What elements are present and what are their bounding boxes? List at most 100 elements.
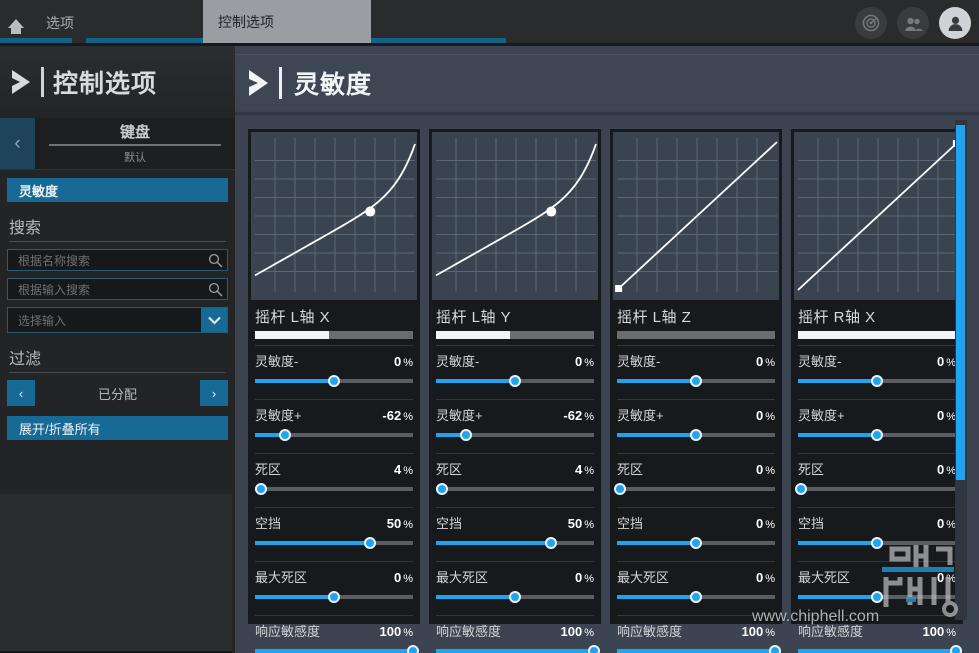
radar-icon[interactable] [855,7,887,39]
slider-value: 0% [936,462,956,477]
slider-control[interactable] [436,483,594,495]
response-curve-graph[interactable] [794,132,960,300]
chevron-down-icon[interactable] [201,308,227,332]
slider-knob[interactable] [690,591,702,603]
slider-control[interactable] [614,483,775,495]
filter-prev-button[interactable]: ‹ [7,380,35,406]
slider-control[interactable] [617,537,775,549]
percent-sign: % [584,627,594,639]
slider-track [617,487,775,491]
sidebar-header: 控制选项 [0,46,235,118]
slider-value: 0% [574,570,594,585]
slider-track [255,487,413,491]
slider-knob[interactable] [871,429,883,441]
slider-knob[interactable] [328,375,340,387]
slider-label: 灵敏度+ [436,408,483,423]
slider-knob[interactable] [509,591,521,603]
slider-value: 0% [393,570,413,585]
slider-control[interactable] [436,429,594,441]
response-curve-graph[interactable] [432,132,598,300]
slider-fill [798,379,877,383]
slider-control[interactable] [798,645,962,653]
filter-next-button[interactable]: › [200,380,228,406]
slider-control[interactable] [798,375,956,387]
slider-control[interactable] [436,591,594,603]
slider-fill [436,379,515,383]
slider-knob[interactable] [364,537,377,549]
expand-collapse-all-button[interactable]: 展开/折叠所有 [7,416,228,440]
slider-row: 最大死区 0% [429,562,601,609]
slider-control[interactable] [795,483,956,495]
slider-control[interactable] [617,645,781,653]
expand-collapse-all-label: 展开/折叠所有 [19,421,101,437]
axis-value-bar [255,331,413,339]
home-icon[interactable] [4,12,28,34]
slider-control[interactable] [255,591,413,603]
percent-sign: % [403,465,413,477]
main-scrollbar-thumb[interactable] [956,125,965,480]
device-info[interactable]: 键盘 默认 [35,118,235,169]
slider-label: 空挡 [617,516,644,531]
slider-row: 死区 4% [429,454,601,501]
search-by-name-input[interactable]: 根据名称搜索 [7,249,228,271]
percent-sign: % [584,357,594,369]
filter-value: 已分配 [35,380,200,406]
slider-control[interactable] [436,537,594,549]
slider-fill [255,379,334,383]
slider-value: 0% [755,516,775,531]
slider-control[interactable] [255,537,413,549]
slider-knob[interactable] [614,483,627,495]
percent-sign: % [765,627,775,639]
slider-knob[interactable] [255,483,268,495]
device-prev-label: ‹ [14,132,21,154]
select-input-dropdown[interactable]: 选择输入 [7,307,228,333]
slider-value: -62% [563,408,594,423]
slider-knob[interactable] [795,483,808,495]
percent-sign: % [584,411,594,423]
slider-knob[interactable] [690,429,702,441]
slider-control[interactable] [617,375,775,387]
sidebar-item-sensitivity[interactable]: 灵敏度 [7,178,228,202]
slider-knob[interactable] [588,645,600,653]
slider-fill [255,649,413,653]
search-by-input-input[interactable]: 根据输入搜索 [7,278,228,300]
device-name: 键盘 [119,124,150,141]
slider-row: 空挡 0% [610,508,782,555]
slider-knob[interactable] [460,429,473,441]
tab-control-options[interactable]: 控制选项 [203,0,371,44]
friends-icon[interactable] [897,7,929,39]
slider-value: 4% [393,462,413,477]
slider-knob[interactable] [950,645,962,653]
slider-knob[interactable] [690,375,702,387]
slider-control[interactable] [436,375,594,387]
slider-knob[interactable] [279,429,292,441]
slider-knob[interactable] [769,645,781,653]
slider-knob[interactable] [545,537,558,549]
slider-control[interactable] [255,375,413,387]
slider-control[interactable] [798,429,956,441]
slider-control[interactable] [617,591,775,603]
sensitivity-cards-container: 摇杆 L轴 X 灵敏度- 0% 灵敏度+ -62% 死区 4% 空挡 50% 最大死区 0% 响应敏感… [248,129,963,653]
slider-knob[interactable] [407,645,419,653]
slider-control[interactable] [617,429,775,441]
slider-fill [798,433,877,437]
slider-control[interactable] [255,429,413,441]
filter-prev-label: ‹ [18,385,24,401]
response-curve-graph[interactable] [613,132,779,300]
slider-control[interactable] [255,645,419,653]
slider-knob[interactable] [436,483,449,495]
slider-control[interactable] [255,483,413,495]
slider-knob[interactable] [690,537,702,549]
slider-row: 灵敏度- 0% [791,346,963,393]
slider-knob[interactable] [871,375,883,387]
percent-sign: % [765,357,775,369]
slider-value: 100% [741,624,775,639]
filter-next-label: › [211,385,217,401]
slider-knob[interactable] [509,375,521,387]
account-icon[interactable] [939,7,971,39]
slider-control[interactable] [436,645,600,653]
device-prev-button[interactable]: ‹ [0,118,35,169]
response-curve-graph[interactable] [251,132,417,300]
app-root: 选项 控制选项 控制选项 ‹ 键盘 默认 灵敏度 搜索 根据名称搜索 根据输入搜… [0,0,979,653]
slider-knob[interactable] [328,591,340,603]
